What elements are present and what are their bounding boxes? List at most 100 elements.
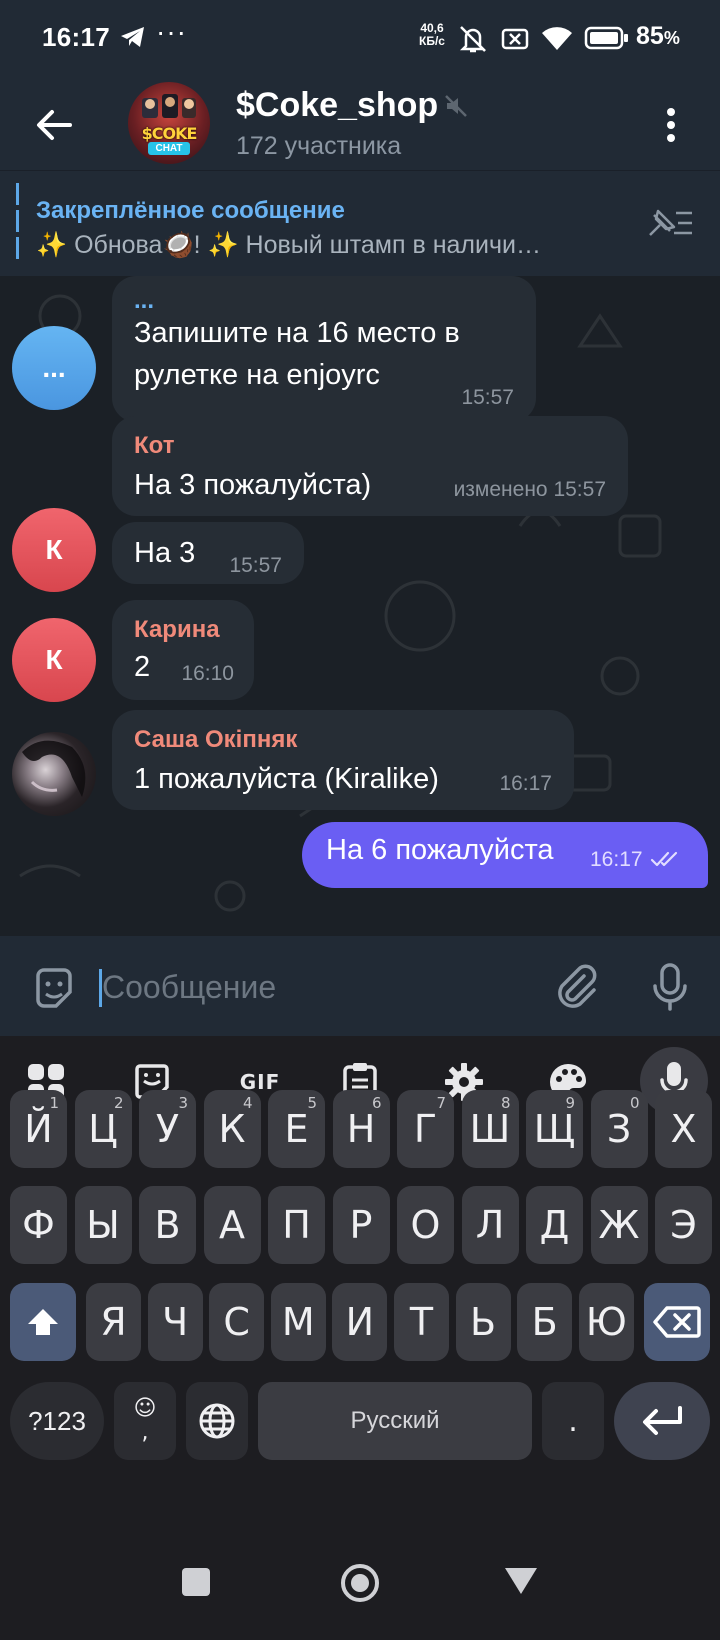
letter-key[interactable]: И — [332, 1283, 388, 1361]
system-navigation-bar — [0, 1530, 720, 1640]
recents-button[interactable] — [182, 1568, 210, 1596]
avatar[interactable]: К — [12, 508, 96, 592]
keyboard: GIF Й1Ц2У3К4Е5Н6Г7Ш8Щ9З0Х ФЫВАПРОЛДЖЭ ЯЧ… — [0, 1036, 720, 1530]
comma-key-label: , — [141, 1420, 149, 1445]
pinned-list-icon[interactable] — [644, 205, 696, 241]
letter-key[interactable]: Ф — [10, 1186, 67, 1264]
paperclip-icon[interactable] — [554, 964, 600, 1010]
period-key[interactable]: . — [542, 1382, 604, 1460]
letter-key[interactable]: Н6 — [332, 1090, 390, 1168]
letter-key[interactable]: Я — [86, 1283, 141, 1361]
avatar-photo-image — [22, 740, 86, 797]
letter-key[interactable]: Ж — [590, 1186, 648, 1264]
enter-key[interactable] — [614, 1382, 710, 1460]
letter-key[interactable]: Ю — [578, 1283, 634, 1361]
net-speed-unit: КБ/с — [419, 34, 445, 48]
message-list[interactable]: ... ... Запишите на 16 место в рулетке н… — [0, 276, 720, 936]
home-button[interactable] — [341, 1564, 379, 1602]
muted-speaker-icon — [445, 95, 467, 117]
more-vert-icon[interactable] — [656, 100, 686, 150]
sender-name: Саша Окіпняк — [134, 726, 298, 753]
sender-name: Карина — [134, 616, 220, 643]
message-bubble[interactable]: На 3 15:57 — [112, 522, 304, 584]
telegram-icon — [121, 27, 144, 47]
letter-key[interactable]: Р — [332, 1186, 390, 1264]
wifi-icon — [542, 27, 572, 50]
letter-key[interactable]: Э — [655, 1186, 712, 1264]
sender-name: Кот — [134, 432, 175, 459]
back-arrow-icon[interactable] — [30, 100, 80, 150]
message-time: 16:17 — [499, 772, 552, 795]
avatar[interactable]: К — [12, 618, 96, 702]
letter-key[interactable]: В — [139, 1186, 196, 1264]
letter-key[interactable]: Е5 — [268, 1090, 325, 1168]
letter-key[interactable]: С — [209, 1283, 265, 1361]
emoji-key-icon: ☺ — [133, 1396, 157, 1421]
letter-key[interactable]: Й1 — [10, 1090, 67, 1168]
avatar-chat-badge: CHAT — [148, 142, 190, 155]
message-composer — [0, 936, 720, 1036]
message-bubble[interactable]: Саша Окіпняк 1 пожалуйста (Kiralike) 16:… — [112, 710, 574, 810]
back-button[interactable] — [505, 1568, 537, 1594]
emoji-comma-key[interactable]: ☺ , — [114, 1382, 176, 1460]
key-hint: 1 — [49, 1094, 59, 1112]
letter-key[interactable]: Ы — [74, 1186, 132, 1264]
avatar-photo[interactable] — [12, 732, 96, 816]
letter-key[interactable]: К4 — [203, 1090, 261, 1168]
message-bubble[interactable]: Кот На 3 пожалуйста) изменено 15:57 — [112, 416, 628, 516]
message-text: 1 пожалуйста (Kiralike) — [134, 763, 439, 795]
chat-title[interactable]: $Coke_shop — [236, 86, 438, 125]
message-input[interactable] — [102, 962, 532, 1012]
letter-key[interactable]: Т — [394, 1283, 449, 1361]
letter-key[interactable]: Ш8 — [461, 1090, 519, 1168]
key-hint: 6 — [371, 1094, 382, 1112]
key-hint: 9 — [565, 1094, 575, 1112]
letter-key[interactable]: Д — [526, 1186, 583, 1264]
pinned-message-bar[interactable]: Закреплённое сообщение ✨ Обнова🥥! ✨ Новы… — [0, 170, 720, 276]
chat-avatar[interactable]: $COKE CHAT — [128, 82, 210, 164]
battery-icon — [584, 26, 628, 50]
no-sim-icon — [501, 28, 529, 50]
pinned-title: Закреплённое сообщение — [36, 197, 345, 224]
letter-key[interactable]: П — [268, 1186, 325, 1264]
letter-key[interactable]: Ь — [455, 1283, 511, 1361]
letter-key[interactable]: Х — [655, 1090, 712, 1168]
message-bubble[interactable]: ... Запишите на 16 место в рулетке на en… — [112, 276, 536, 422]
avatar-logo-text: $COKE — [141, 124, 198, 143]
outgoing-message-bubble[interactable]: На 6 пожалуйста 16:17 — [302, 822, 708, 888]
letter-key[interactable]: Г7 — [397, 1090, 454, 1168]
letter-key[interactable]: М — [270, 1283, 326, 1361]
key-hint: 2 — [113, 1094, 124, 1112]
backspace-key[interactable] — [644, 1283, 710, 1361]
battery-level: 85% — [636, 22, 680, 50]
symbols-key[interactable]: ?123 — [10, 1382, 104, 1460]
microphone-icon[interactable] — [650, 962, 690, 1012]
globe-icon[interactable] — [186, 1382, 248, 1460]
sticker-emoji-icon[interactable] — [30, 966, 78, 1014]
letter-key[interactable]: Л — [461, 1186, 519, 1264]
shift-key[interactable] — [10, 1283, 76, 1361]
avatar-characters — [142, 94, 196, 118]
letter-key[interactable]: Ч — [147, 1283, 203, 1361]
message-time: 16:17 — [590, 848, 643, 871]
message-edited-time: изменено 15:57 — [453, 478, 606, 501]
message-text-line: Запишите на 16 место в — [134, 317, 460, 349]
letter-key[interactable]: А — [203, 1186, 261, 1264]
key-hint: 0 — [629, 1094, 640, 1112]
letter-key[interactable]: Щ9 — [526, 1090, 583, 1168]
letter-key[interactable]: З0 — [590, 1090, 648, 1168]
letter-key[interactable]: Б — [517, 1283, 573, 1361]
sender-name: ... — [134, 287, 155, 314]
letter-key[interactable]: Ц2 — [74, 1090, 132, 1168]
letter-key[interactable]: О — [397, 1186, 454, 1264]
pinned-indicator — [16, 183, 19, 259]
status-time: 16:17 — [42, 22, 110, 52]
more-notifications-icon: ··· — [156, 16, 187, 47]
net-speed: 40,6 КБ/с — [414, 22, 450, 48]
message-bubble[interactable]: Карина 2 16:10 — [112, 600, 254, 700]
message-text: На 6 пожалуйста — [326, 834, 554, 866]
space-key[interactable]: Русский — [258, 1382, 532, 1460]
letter-key[interactable]: У3 — [139, 1090, 196, 1168]
avatar[interactable]: ... — [12, 326, 96, 410]
key-hint: 5 — [307, 1094, 317, 1112]
